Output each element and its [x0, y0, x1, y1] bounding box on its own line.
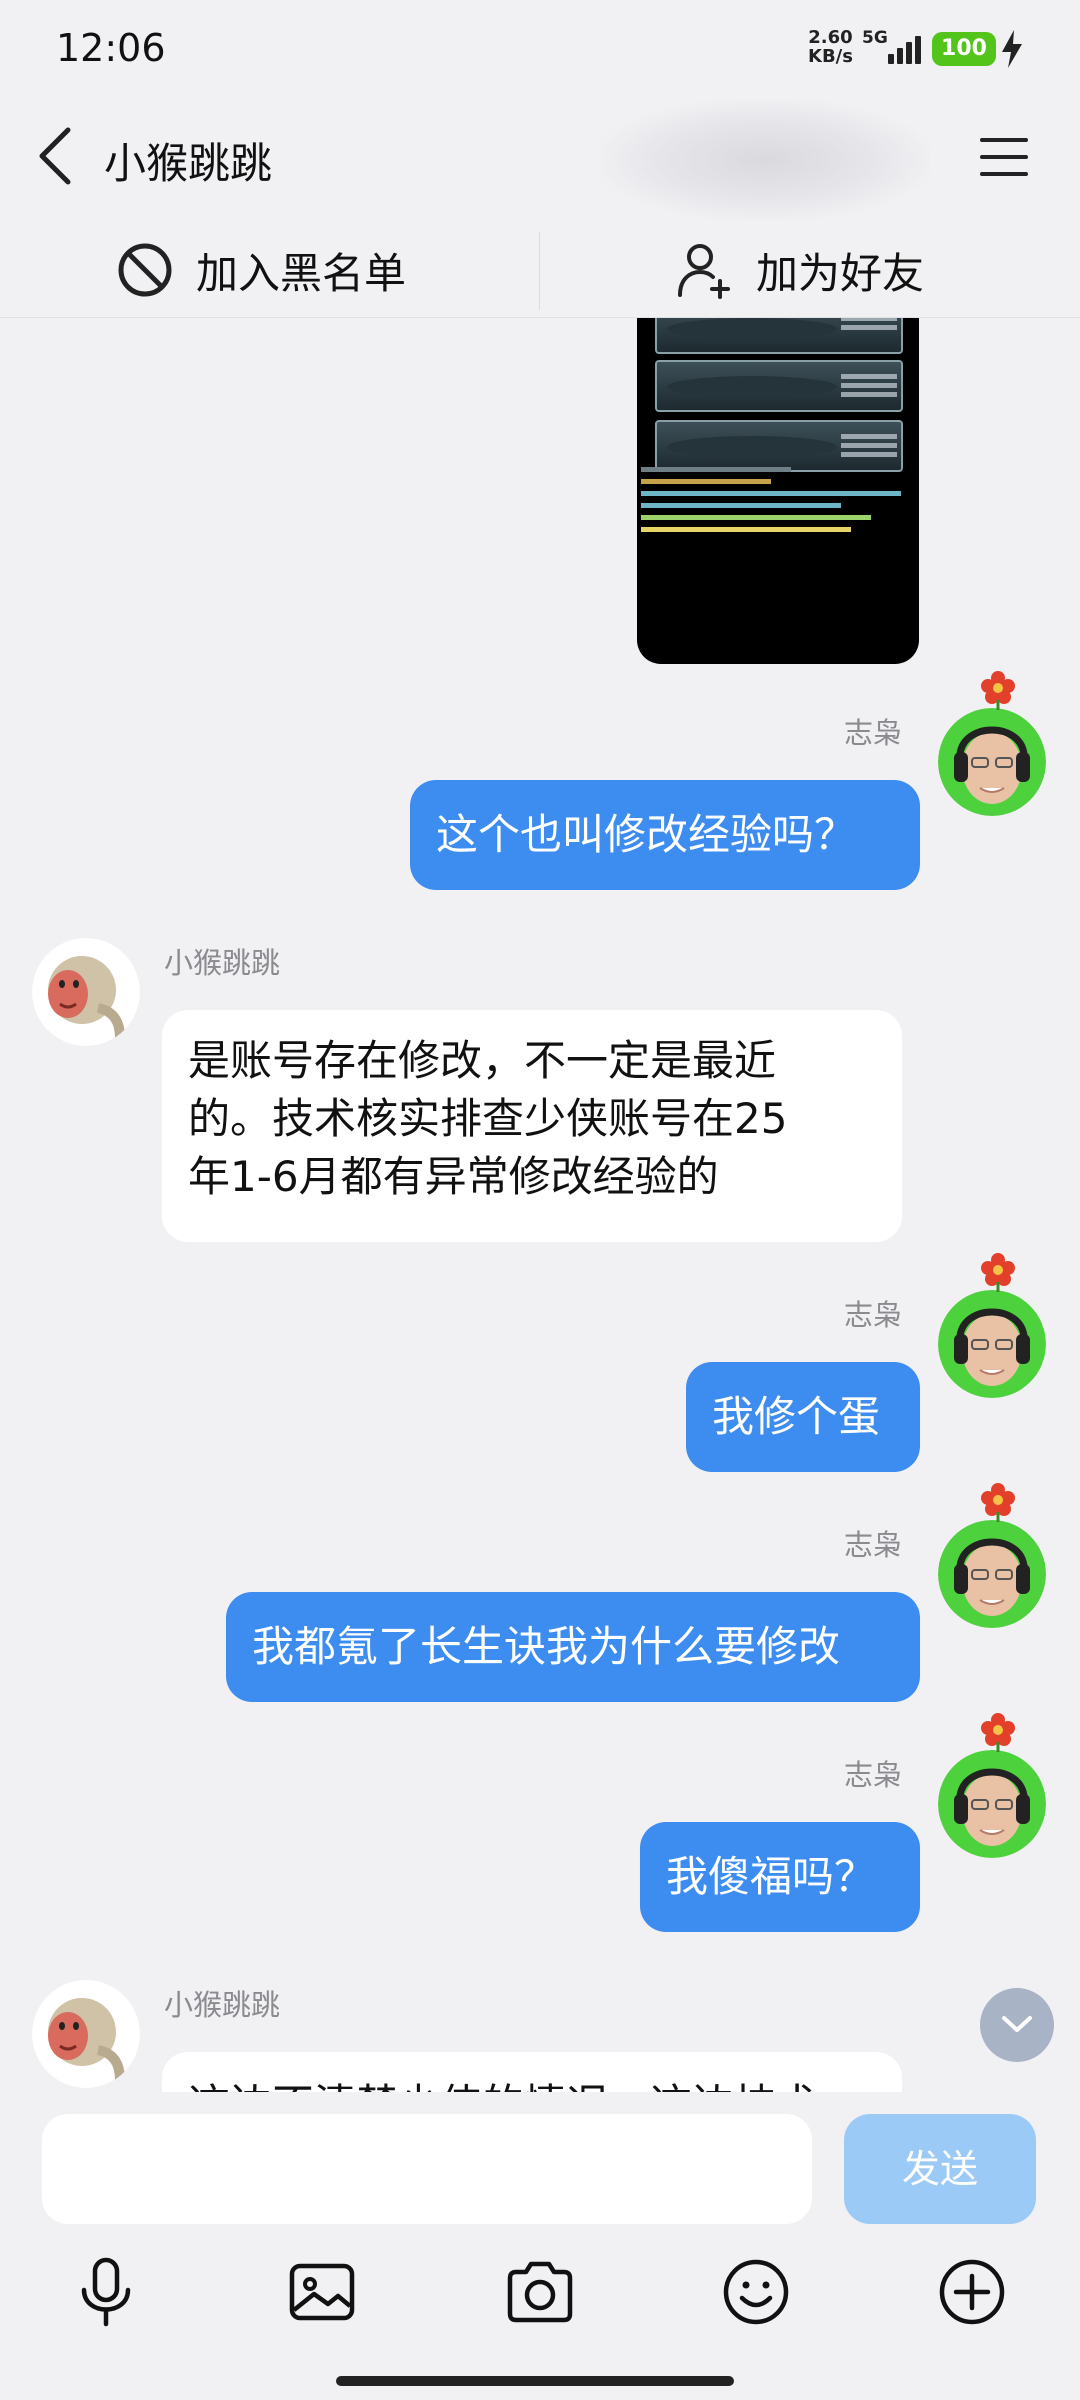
- sender-name: 志枭: [844, 1758, 903, 1792]
- input-area: 发送: [0, 2092, 1080, 2400]
- status-bar: 12:06 2.60 KB/s 5G 100: [0, 0, 1080, 100]
- double-chevron-down-icon: [1002, 2016, 1032, 2032]
- message-line: 的。技术核实排查少侠账号在25: [188, 1094, 788, 1143]
- flower-icon: [981, 1483, 1015, 1522]
- camera-icon[interactable]: [502, 2254, 578, 2330]
- hamburger-menu-icon[interactable]: [976, 132, 1032, 182]
- block-icon: [118, 243, 172, 297]
- network-speed-value: 2.60: [808, 27, 853, 48]
- message-bubble[interactable]: 我都氪了长生诀我为什么要修改: [226, 1592, 920, 1702]
- add-to-blacklist-label: 加入黑名单: [196, 248, 407, 298]
- add-friend-button[interactable]: 加为好友: [676, 222, 924, 318]
- message-bubble[interactable]: 我修个蛋: [686, 1362, 920, 1472]
- message-input[interactable]: [42, 2114, 812, 2224]
- status-time: 12:06: [56, 26, 166, 70]
- charging-icon: [1002, 30, 1022, 68]
- network-speed-unit: KB/s: [808, 46, 853, 67]
- back-icon[interactable]: [34, 126, 84, 186]
- add-user-icon: [678, 244, 730, 299]
- chat-messages[interactable]: 志枭 这个也叫修改经验吗？ 小猴跳跳 是账号存在修改，不一定是最近 的。技术核实…: [0, 318, 1080, 2092]
- avatar-monkey[interactable]: [32, 1980, 140, 2088]
- sender-name: 小猴跳跳: [164, 1988, 281, 2022]
- image-icon[interactable]: [284, 2254, 360, 2330]
- add-to-blacklist-button[interactable]: 加入黑名单: [116, 222, 406, 318]
- blurred-area: [600, 100, 930, 220]
- sender-name: 志枭: [844, 1298, 903, 1332]
- message-line: 是账号存在修改，不一定是最近: [188, 1036, 777, 1085]
- avatar-zhixiao[interactable]: [938, 1750, 1046, 1858]
- image-message[interactable]: [637, 318, 919, 664]
- message-bubble[interactable]: 这个也叫修改经验吗？: [410, 780, 920, 890]
- avatar-zhixiao[interactable]: [938, 1290, 1046, 1398]
- scroll-to-bottom-button[interactable]: [980, 1988, 1054, 2062]
- message-bubble[interactable]: 我傻福吗？: [640, 1822, 920, 1932]
- send-button[interactable]: 发送: [844, 2114, 1036, 2224]
- avatar-zhixiao[interactable]: [938, 708, 1046, 816]
- chat-header: 小猴跳跳: [0, 100, 1080, 220]
- message-bubble[interactable]: 这边不清楚少侠的情况，这边技术: [162, 2052, 902, 2092]
- flower-icon: [981, 1253, 1015, 1292]
- network-speed: 2.60 KB/s: [808, 28, 853, 66]
- plus-icon[interactable]: [934, 2254, 1010, 2330]
- emoji-icon[interactable]: [718, 2254, 794, 2330]
- action-bar: 加入黑名单 加为好友: [0, 222, 1080, 318]
- message-line: 年1-6月都有异常修改经验的: [188, 1152, 719, 1201]
- flower-icon: [981, 1713, 1015, 1752]
- network-type: 5G: [862, 28, 888, 48]
- home-indicator[interactable]: [336, 2376, 734, 2386]
- add-friend-label: 加为好友: [756, 248, 925, 298]
- chat-title: 小猴跳跳: [104, 139, 273, 188]
- avatar-zhixiao[interactable]: [938, 1520, 1046, 1628]
- avatar-monkey[interactable]: [32, 938, 140, 1046]
- message-bubble[interactable]: 是账号存在修改，不一定是最近 的。技术核实排查少侠账号在25 年1-6月都有异常…: [162, 1010, 902, 1242]
- microphone-icon[interactable]: [68, 2254, 144, 2330]
- flower-icon: [981, 671, 1015, 710]
- battery-level: 100: [932, 32, 996, 66]
- sender-name: 志枭: [844, 1528, 903, 1562]
- sender-name: 志枭: [844, 716, 903, 750]
- action-divider: [539, 232, 540, 310]
- signal-icon: [888, 34, 921, 64]
- sender-name: 小猴跳跳: [164, 946, 281, 980]
